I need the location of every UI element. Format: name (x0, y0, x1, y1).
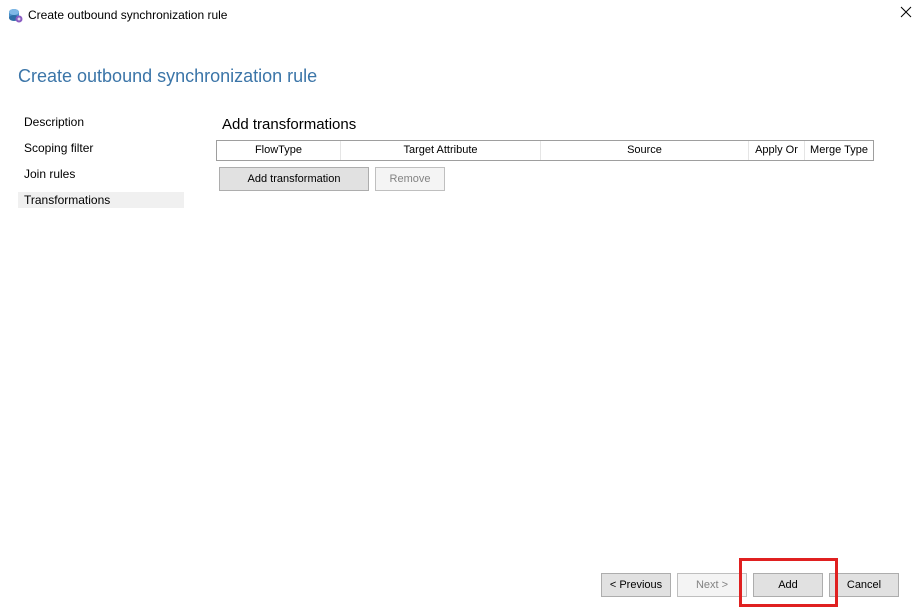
add-transformation-button[interactable]: Add transformation (219, 167, 369, 191)
title-bar: Create outbound synchronization rule (0, 0, 920, 30)
add-button[interactable]: Add (753, 573, 823, 597)
nav-item-transformations[interactable]: Transformations (18, 192, 184, 208)
nav-item-description[interactable]: Description (18, 114, 184, 130)
transformations-grid[interactable]: FlowType Target Attribute Source Apply O… (216, 140, 874, 161)
wizard-nav: Description Scoping filter Join rules Tr… (18, 114, 184, 218)
column-header-merge-type[interactable]: Merge Type (805, 141, 873, 160)
previous-button[interactable]: < Previous (601, 573, 671, 597)
column-header-target-attribute[interactable]: Target Attribute (341, 141, 541, 160)
close-icon (900, 5, 912, 23)
window-title: Create outbound synchronization rule (28, 8, 228, 22)
nav-item-scoping-filter[interactable]: Scoping filter (18, 140, 184, 156)
column-header-source[interactable]: Source (541, 141, 749, 160)
section-title: Add transformations (222, 116, 357, 133)
create-outbound-sync-rule-window: Create outbound synchronization rule Cre… (0, 0, 920, 611)
column-header-flowtype[interactable]: FlowType (217, 141, 341, 160)
sync-service-icon (7, 7, 23, 23)
column-header-apply-once[interactable]: Apply Or (749, 141, 805, 160)
next-button[interactable]: Next > (677, 573, 747, 597)
nav-item-join-rules[interactable]: Join rules (18, 166, 184, 182)
close-button[interactable] (896, 4, 916, 24)
cancel-button[interactable]: Cancel (829, 573, 899, 597)
remove-button[interactable]: Remove (375, 167, 445, 191)
page-title: Create outbound synchronization rule (18, 66, 318, 86)
